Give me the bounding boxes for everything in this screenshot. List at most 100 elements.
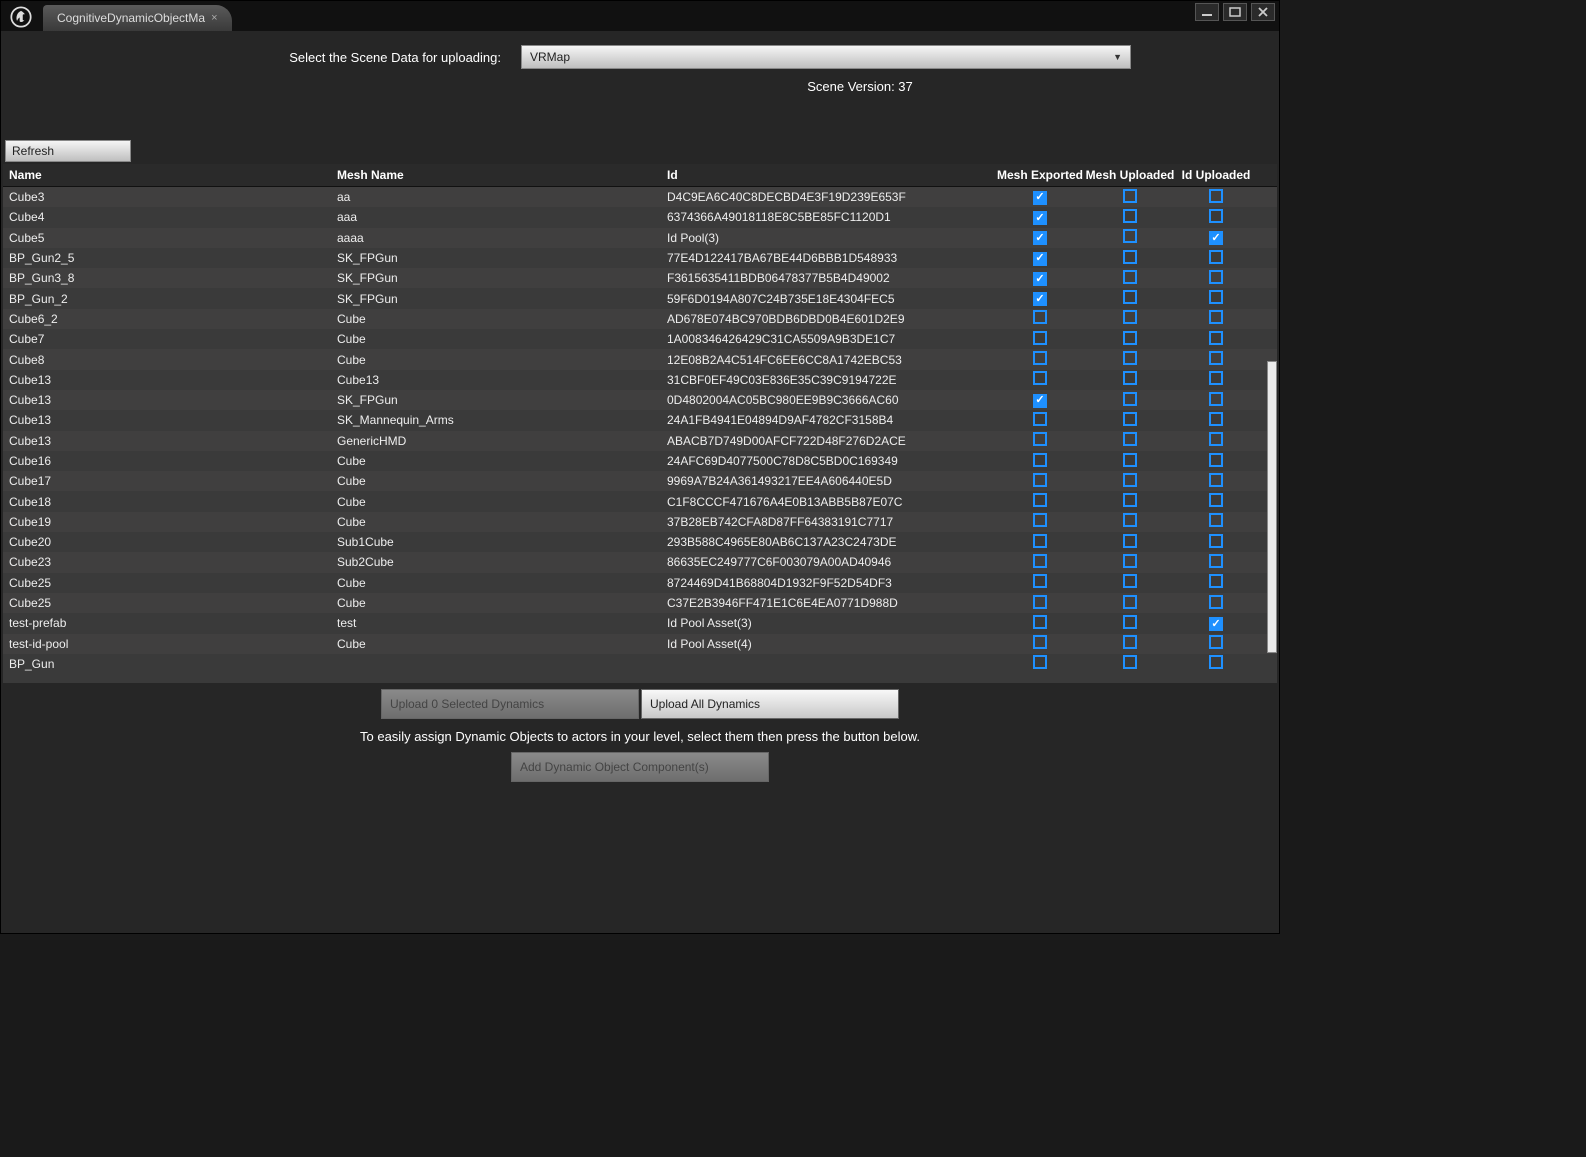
checkbox-id-uploaded[interactable] (1209, 617, 1223, 631)
checkbox-uploaded[interactable] (1123, 574, 1137, 588)
table-row[interactable]: Cube20Sub1Cube293B588C4965E80AB6C137A23C… (3, 532, 1277, 552)
checkbox-exported[interactable] (1033, 513, 1047, 527)
checkbox-id-uploaded[interactable] (1209, 655, 1223, 669)
table-row[interactable]: Cube5aaaaId Pool(3) (3, 228, 1277, 248)
checkbox-exported[interactable] (1033, 191, 1047, 205)
checkbox-uploaded[interactable] (1123, 189, 1137, 203)
col-id[interactable]: Id (667, 168, 995, 182)
checkbox-exported[interactable] (1033, 473, 1047, 487)
checkbox-id-uploaded[interactable] (1209, 310, 1223, 324)
table-row[interactable]: Cube4aaa6374366A49018118E8C5BE85FC1120D1 (3, 207, 1277, 227)
table-row[interactable]: Cube7Cube1A008346426429C31CA5509A9B3DE1C… (3, 329, 1277, 349)
col-mesh-uploaded[interactable]: Mesh Uploaded (1085, 168, 1175, 182)
checkbox-exported[interactable] (1033, 394, 1047, 408)
checkbox-exported[interactable] (1033, 252, 1047, 266)
checkbox-uploaded[interactable] (1123, 371, 1137, 385)
checkbox-uploaded[interactable] (1123, 351, 1137, 365)
table-row[interactable]: BP_Gun3_8SK_FPGunF3615635411BDB06478377B… (3, 268, 1277, 288)
col-mesh-name[interactable]: Mesh Name (337, 168, 667, 182)
table-row[interactable]: Cube16Cube24AFC69D4077500C78D8C5BD0C1693… (3, 451, 1277, 471)
checkbox-id-uploaded[interactable] (1209, 209, 1223, 223)
table-row[interactable]: Cube25CubeC37E2B3946FF471E1C6E4EA0771D98… (3, 593, 1277, 613)
table-row[interactable]: Cube6_2CubeAD678E074BC970BDB6DBD0B4E601D… (3, 309, 1277, 329)
tab-cognitive-window[interactable]: CognitiveDynamicObjectMa × (43, 5, 232, 31)
checkbox-uploaded[interactable] (1123, 615, 1137, 629)
checkbox-id-uploaded[interactable] (1209, 493, 1223, 507)
checkbox-exported[interactable] (1033, 534, 1047, 548)
minimize-button[interactable] (1195, 3, 1219, 21)
refresh-button[interactable]: Refresh (5, 140, 131, 162)
table-row[interactable]: Cube8Cube12E08B2A4C514FC6EE6CC8A1742EBC5… (3, 349, 1277, 369)
checkbox-uploaded[interactable] (1123, 331, 1137, 345)
checkbox-uploaded[interactable] (1123, 290, 1137, 304)
checkbox-uploaded[interactable] (1123, 473, 1137, 487)
table-row[interactable]: Cube18CubeC1F8CCCF471676A4E0B13ABB5B87E0… (3, 491, 1277, 511)
checkbox-uploaded[interactable] (1123, 250, 1137, 264)
checkbox-exported[interactable] (1033, 615, 1047, 629)
checkbox-id-uploaded[interactable] (1209, 231, 1223, 245)
upload-selected-button[interactable]: Upload 0 Selected Dynamics (381, 689, 639, 719)
table-row[interactable]: Cube25Cube8724469D41B68804D1932F9F52D54D… (3, 573, 1277, 593)
close-button[interactable] (1251, 3, 1275, 21)
col-id-uploaded[interactable]: Id Uploaded (1175, 168, 1257, 182)
checkbox-uploaded[interactable] (1123, 655, 1137, 669)
checkbox-exported[interactable] (1033, 453, 1047, 467)
checkbox-exported[interactable] (1033, 371, 1047, 385)
checkbox-id-uploaded[interactable] (1209, 331, 1223, 345)
checkbox-id-uploaded[interactable] (1209, 473, 1223, 487)
checkbox-id-uploaded[interactable] (1209, 371, 1223, 385)
checkbox-uploaded[interactable] (1123, 412, 1137, 426)
table-row[interactable]: BP_Gun (3, 654, 1277, 674)
checkbox-uploaded[interactable] (1123, 453, 1137, 467)
checkbox-exported[interactable] (1033, 272, 1047, 286)
scene-dropdown[interactable]: VRMap ▼ (521, 45, 1131, 69)
checkbox-exported[interactable] (1033, 292, 1047, 306)
checkbox-uploaded[interactable] (1123, 493, 1137, 507)
checkbox-exported[interactable] (1033, 351, 1047, 365)
table-row[interactable]: BP_Gun_2SK_FPGun59F6D0194A807C24B735E18E… (3, 288, 1277, 308)
table-row[interactable]: Cube19Cube37B28EB742CFA8D87FF64383191C77… (3, 512, 1277, 532)
checkbox-uploaded[interactable] (1123, 554, 1137, 568)
tab-close-icon[interactable]: × (211, 12, 217, 24)
upload-all-button[interactable]: Upload All Dynamics (641, 689, 899, 719)
table-row[interactable]: Cube13SK_FPGun0D4802004AC05BC980EE9B9C36… (3, 390, 1277, 410)
maximize-button[interactable] (1223, 3, 1247, 21)
table-row[interactable]: Cube23Sub2Cube86635EC249777C6F003079A00A… (3, 552, 1277, 572)
checkbox-id-uploaded[interactable] (1209, 574, 1223, 588)
scrollbar-thumb[interactable] (1267, 361, 1277, 653)
checkbox-id-uploaded[interactable] (1209, 412, 1223, 426)
checkbox-id-uploaded[interactable] (1209, 534, 1223, 548)
checkbox-id-uploaded[interactable] (1209, 250, 1223, 264)
checkbox-uploaded[interactable] (1123, 534, 1137, 548)
checkbox-uploaded[interactable] (1123, 209, 1137, 223)
checkbox-uploaded[interactable] (1123, 432, 1137, 446)
checkbox-id-uploaded[interactable] (1209, 392, 1223, 406)
table-row[interactable]: test-prefabtestId Pool Asset(3) (3, 613, 1277, 633)
checkbox-exported[interactable] (1033, 310, 1047, 324)
col-name[interactable]: Name (9, 168, 337, 182)
checkbox-exported[interactable] (1033, 231, 1047, 245)
checkbox-exported[interactable] (1033, 635, 1047, 649)
checkbox-uploaded[interactable] (1123, 270, 1137, 284)
col-mesh-exported[interactable]: Mesh Exported (995, 168, 1085, 182)
checkbox-exported[interactable] (1033, 412, 1047, 426)
table-row[interactable]: Cube3aaD4C9EA6C40C8DECBD4E3F19D239E653F (3, 187, 1277, 207)
add-component-button[interactable]: Add Dynamic Object Component(s) (511, 752, 769, 782)
checkbox-exported[interactable] (1033, 574, 1047, 588)
checkbox-id-uploaded[interactable] (1209, 270, 1223, 284)
checkbox-uploaded[interactable] (1123, 595, 1137, 609)
table-row[interactable]: BP_Gun2_5SK_FPGun77E4D122417BA67BE44D6BB… (3, 248, 1277, 268)
checkbox-exported[interactable] (1033, 331, 1047, 345)
checkbox-id-uploaded[interactable] (1209, 513, 1223, 527)
checkbox-id-uploaded[interactable] (1209, 554, 1223, 568)
checkbox-id-uploaded[interactable] (1209, 189, 1223, 203)
checkbox-id-uploaded[interactable] (1209, 432, 1223, 446)
checkbox-exported[interactable] (1033, 554, 1047, 568)
checkbox-exported[interactable] (1033, 595, 1047, 609)
checkbox-uploaded[interactable] (1123, 229, 1137, 243)
checkbox-exported[interactable] (1033, 211, 1047, 225)
table-row[interactable]: Cube17Cube9969A7B24A361493217EE4A606440E… (3, 471, 1277, 491)
checkbox-id-uploaded[interactable] (1209, 351, 1223, 365)
checkbox-uploaded[interactable] (1123, 310, 1137, 324)
checkbox-id-uploaded[interactable] (1209, 635, 1223, 649)
